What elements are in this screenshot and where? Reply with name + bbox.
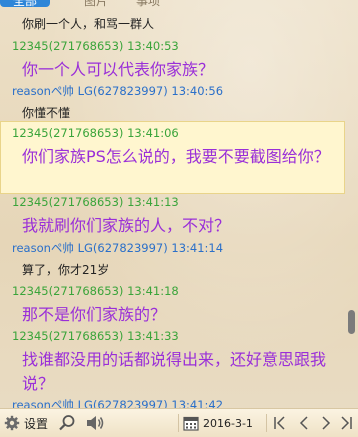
toolbar-divider	[266, 414, 267, 432]
date-label: 2016-3-1	[203, 416, 253, 430]
message-text: 你们家族PS怎么说的，我要不要截图给你？	[22, 147, 330, 166]
vertical-scrollbar[interactable]	[345, 0, 358, 408]
message-text: 你刷一个人，和骂一群人	[22, 17, 155, 31]
sender-name: 12345(271768653)	[12, 195, 124, 209]
message-text: 找谁都没用的话都说得出来，还好意思跟我说？	[22, 350, 327, 393]
tab-images[interactable]: 图片	[84, 0, 108, 8]
sender-name: 12345(271768653)	[12, 284, 124, 298]
tab-strip: 全部 图片 事项	[0, 0, 358, 8]
first-page-icon	[272, 415, 288, 431]
message-text: 算了，你才21岁	[22, 263, 110, 277]
last-page-icon	[338, 415, 354, 431]
message-header: reasonペ帅 LG(627823997) 13:40:56	[12, 81, 345, 101]
gear-icon	[4, 415, 20, 431]
message-header: 12345(271768653) 13:41:06	[12, 123, 345, 143]
scrollbar-thumb[interactable]	[348, 310, 355, 334]
sender-name: reasonペ帅 LG(627823997)	[12, 84, 168, 98]
message-header: reasonペ帅 LG(627823997) 13:41:14	[12, 238, 345, 258]
tab-items[interactable]: 事项	[136, 0, 160, 8]
sender-name: 12345(271768653)	[12, 126, 124, 140]
message-header: 12345(271768653) 13:41:13	[12, 192, 345, 212]
calendar-button[interactable]: 2016-3-1	[183, 409, 253, 437]
toolbar-divider	[178, 414, 179, 432]
last-page-button[interactable]	[338, 409, 354, 437]
prev-page-button[interactable]	[296, 409, 312, 437]
calendar-icon	[183, 415, 199, 431]
search-button[interactable]	[58, 409, 76, 437]
tab-all[interactable]: 全部	[0, 0, 50, 8]
sender-name: 12345(271768653)	[12, 329, 124, 343]
message-time: 13:40:56	[171, 84, 224, 98]
message-header: 12345(271768653) 13:41:18	[12, 281, 345, 301]
next-page-button[interactable]	[318, 409, 334, 437]
first-page-button[interactable]	[272, 409, 288, 437]
message-text: 你一个人可以代表你家族？	[22, 60, 215, 79]
settings-label: 设置	[24, 416, 49, 431]
message-time: 13:41:42	[171, 398, 224, 408]
voice-button[interactable]	[85, 409, 105, 437]
message-header: reasonペ帅 LG(627823997) 13:41:42	[12, 395, 345, 408]
sender-name: 12345(271768653)	[12, 39, 124, 53]
search-icon	[58, 414, 76, 432]
message-text: 你懂不懂	[22, 106, 71, 120]
message-time: 13:41:18	[127, 284, 179, 298]
message-time: 13:40:53	[127, 39, 179, 53]
message-header: 12345(271768653) 13:40:53	[12, 36, 345, 56]
sender-name: reasonペ帅 LG(627823997)	[12, 241, 168, 255]
speaker-icon	[85, 414, 105, 432]
message-time: 13:41:06	[127, 126, 179, 140]
message-header: 12345(271768653) 13:41:33	[12, 326, 345, 346]
settings-button[interactable]: 设置	[4, 409, 48, 437]
prev-page-icon	[296, 415, 312, 431]
message-text: 我就刷你们家族的人，不对？	[22, 216, 231, 235]
message-time: 13:41:14	[171, 241, 224, 255]
message-time: 13:41:13	[127, 195, 179, 209]
bottom-toolbar: 设置 2016-3-1	[0, 408, 358, 437]
next-page-icon	[318, 415, 334, 431]
message-time: 13:41:33	[127, 329, 179, 343]
sender-name: reasonペ帅 LG(627823997)	[12, 398, 168, 408]
message-text: 那不是你们家族的？	[22, 305, 167, 324]
chat-history[interactable]: 你刷一个人，和骂一群人 12345(271768653) 13:40:53 你一…	[0, 8, 345, 408]
